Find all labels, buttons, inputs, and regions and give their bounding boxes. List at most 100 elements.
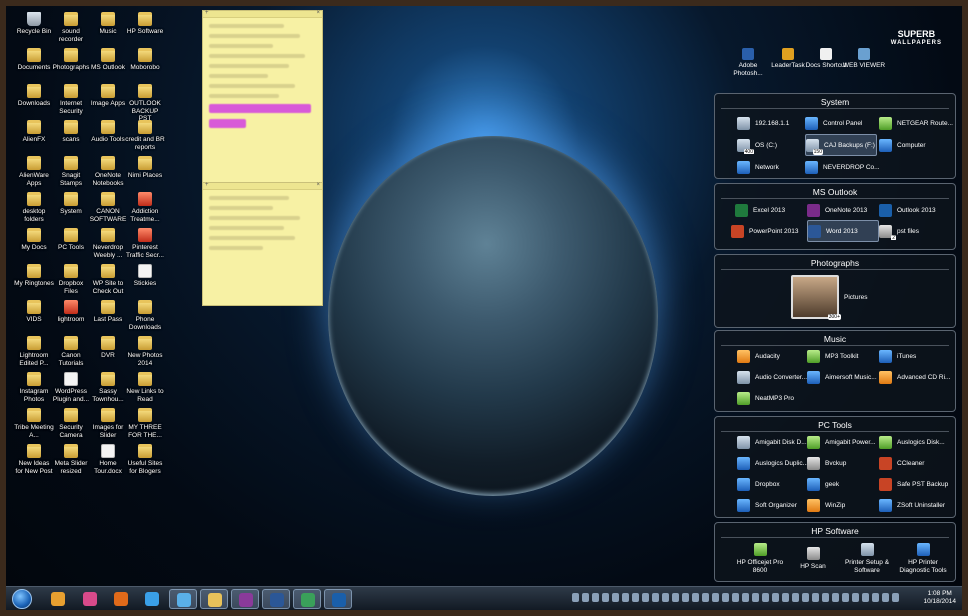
fence-item[interactable]: Bvckup	[807, 454, 881, 472]
tray-icon[interactable]	[732, 593, 739, 602]
fence-item[interactable]: ZSoft Uninstaller	[879, 496, 953, 514]
tray-icon[interactable]	[612, 593, 619, 602]
tray-icon[interactable]	[752, 593, 759, 602]
fence-item[interactable]: NETGEAR Route...	[879, 114, 953, 132]
desktop-icon[interactable]: sound recorder	[51, 12, 91, 43]
desktop-icon[interactable]: MS Outlook	[88, 48, 128, 72]
desktop-icon[interactable]: Recycle Bin	[14, 12, 54, 36]
desktop-icon[interactable]: New Links to Read	[125, 372, 165, 403]
tray-icon[interactable]	[682, 593, 689, 602]
fence-item[interactable]: WinZip	[807, 496, 881, 514]
desktop-icon[interactable]: Useful Sites for Blogers	[125, 444, 165, 475]
fence-item[interactable]: HP Officejet Pro 8600	[731, 537, 789, 581]
tray-icon[interactable]	[772, 593, 779, 602]
fence-item[interactable]: Dropbox	[737, 475, 811, 493]
desktop-icon[interactable]: Lightroom Edited P...	[14, 336, 54, 367]
fence-item[interactable]: Auslogics Duplic...	[737, 454, 811, 472]
tray-icon[interactable]	[642, 593, 649, 602]
fence-item[interactable]: Control Panel	[805, 114, 879, 132]
fence-item[interactable]: Computer	[879, 136, 953, 154]
desktop-icon[interactable]: MY THREE FOR THE...	[125, 408, 165, 439]
fence-item[interactable]: Outlook 2013	[879, 201, 953, 219]
taskbar-button[interactable]	[107, 589, 135, 609]
desktop-icon[interactable]: Addiction Treatme...	[125, 192, 165, 223]
taskbar-button[interactable]	[200, 589, 228, 609]
fence-item[interactable]: Audacity	[737, 347, 811, 365]
tray-icon[interactable]	[812, 593, 819, 602]
fence-item[interactable]: Word 2013	[807, 220, 879, 242]
desktop-icon[interactable]: Snagit Stamps	[51, 156, 91, 187]
desktop-icon[interactable]: Images for Slider	[88, 408, 128, 439]
sticky-add-icon[interactable]: +	[205, 10, 209, 16]
sticky-note[interactable]: + ×	[202, 182, 323, 306]
tray-icon[interactable]	[652, 593, 659, 602]
taskbar-button[interactable]	[138, 589, 166, 609]
desktop-icon[interactable]: Nimi Places	[125, 156, 165, 180]
tray-icon[interactable]	[792, 593, 799, 602]
desktop-icon[interactable]: Phone Downloads	[125, 300, 165, 331]
fence-item[interactable]: Network	[737, 158, 811, 176]
desktop-icon[interactable]: Music	[88, 12, 128, 36]
sticky-note-titlebar[interactable]: + ×	[203, 182, 322, 190]
desktop-icon[interactable]: Audio Tools	[88, 120, 128, 144]
taskbar-button[interactable]	[169, 589, 197, 609]
desktop-icon[interactable]: WP Site to Check Out	[88, 264, 128, 295]
fence-item[interactable]: Aimersoft Music...	[807, 368, 881, 386]
tray-icon[interactable]	[672, 593, 679, 602]
tray-icon[interactable]	[852, 593, 859, 602]
tray-icon[interactable]	[842, 593, 849, 602]
fence-item[interactable]: PowerPoint 2013	[731, 222, 805, 240]
sticky-add-icon[interactable]: +	[205, 182, 209, 188]
desktop-icon[interactable]: credit and BR reports	[125, 120, 165, 151]
desktop-icon[interactable]: New Photos 2014	[125, 336, 165, 367]
desktop-icon[interactable]: Stickies	[125, 264, 165, 288]
fence-item[interactable]: Amigabit Disk D...	[737, 433, 811, 451]
fence-system[interactable]: System 192.168.1.1 Control Panel NETGEAR R…	[714, 93, 956, 179]
tray-icon[interactable]	[892, 593, 899, 602]
fence-hp-software[interactable]: HP Software HP Officejet Pro 8600 HP Scan…	[714, 522, 956, 582]
desktop-icon[interactable]: Last Pass	[88, 300, 128, 324]
desktop-icon[interactable]: Tribe Meeting A...	[14, 408, 54, 439]
sticky-note-content[interactable]	[203, 18, 322, 140]
desktop-icon[interactable]: Home Tour.docx	[88, 444, 128, 475]
tray-icon[interactable]	[702, 593, 709, 602]
shortcut[interactable]: WEB VIEWER	[842, 48, 886, 70]
fence-item[interactable]: iTunes	[879, 347, 953, 365]
desktop-icon[interactable]: New Ideas for New Post	[14, 444, 54, 475]
fence-item[interactable]: geek	[807, 475, 881, 493]
desktop-icon[interactable]: Downloads	[14, 84, 54, 108]
fence-item[interactable]: MP3 Toolkit	[807, 347, 881, 365]
taskbar-button[interactable]	[231, 589, 259, 609]
desktop-icon[interactable]: AlienFX	[14, 120, 54, 144]
desktop-icon[interactable]: Neverdrop Weebly ...	[88, 228, 128, 259]
tray-icon[interactable]	[832, 593, 839, 602]
desktop-icon[interactable]: Dropbox Files	[51, 264, 91, 295]
taskbar-button[interactable]	[76, 589, 104, 609]
desktop-icon[interactable]: Pinterest Traffic Secr...	[125, 228, 165, 259]
desktop-icon[interactable]: OneNote Notebooks	[88, 156, 128, 187]
taskbar-button[interactable]	[44, 589, 72, 609]
tray-icon[interactable]	[802, 593, 809, 602]
fence-item[interactable]: NEVERDROP Co...	[805, 158, 879, 176]
desktop-icon[interactable]: Sassy Townhou...	[88, 372, 128, 403]
shortcut[interactable]: Adobe Photosh...	[726, 48, 770, 77]
fence-item[interactable]: Amigabit Power...	[807, 433, 881, 451]
sticky-close-icon[interactable]: ×	[316, 182, 320, 188]
desktop-icon[interactable]: Moborobo	[125, 48, 165, 72]
fence-item[interactable]: 2 pst files	[879, 222, 953, 240]
tray-icon[interactable]	[592, 593, 599, 602]
desktop-icon[interactable]: Security Camera	[51, 408, 91, 439]
desktop-icon[interactable]: OUTLOOK BACKUP PST	[125, 84, 165, 123]
fence-item[interactable]: CCleaner	[879, 454, 953, 472]
desktop-icon[interactable]: WordPress Plugin and...	[51, 372, 91, 403]
fence-item[interactable]: Auslogics Disk...	[879, 433, 953, 451]
desktop-icon[interactable]: My Ringtones	[14, 264, 54, 288]
tray-icon[interactable]	[722, 593, 729, 602]
desktop-icon[interactable]: Canon Tutorials	[51, 336, 91, 367]
fence-pc-tools[interactable]: PC Tools Amigabit Disk D... Amigabit Powe…	[714, 416, 956, 518]
fence-item[interactable]: Excel 2013	[735, 201, 809, 219]
desktop-icon[interactable]: Instagram Photos	[14, 372, 54, 403]
desktop-icon[interactable]: Photographs	[51, 48, 91, 72]
desktop-icon[interactable]: Documents	[14, 48, 54, 72]
desktop-icon[interactable]: CANON SOFTWARE	[88, 192, 128, 223]
